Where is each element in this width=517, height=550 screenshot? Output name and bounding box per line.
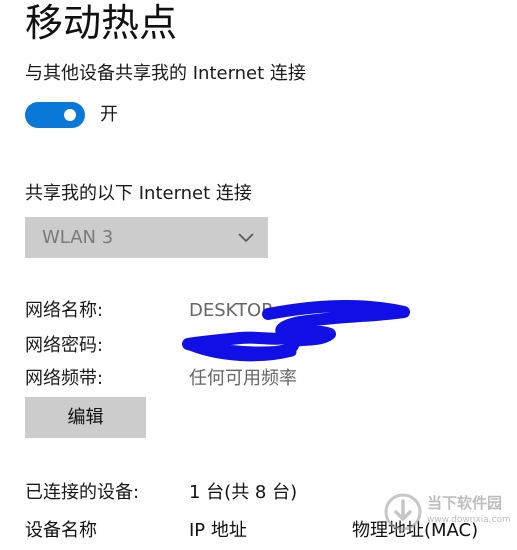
share-from-label: 共享我的以下 Internet 连接 <box>25 183 252 204</box>
network-name-label: 网络名称: <box>25 300 104 321</box>
network-band-value: 任何可用频率 <box>189 368 297 389</box>
column-header-ip-address: IP 地址 <box>189 520 247 541</box>
column-header-device-name: 设备名称 <box>25 520 97 541</box>
network-password-label: 网络密码: <box>25 335 104 356</box>
network-band-label: 网络频带: <box>25 368 104 389</box>
chevron-down-icon <box>238 233 254 243</box>
dropdown-selected-value: WLAN 3 <box>42 227 114 248</box>
watermark-logo-icon <box>384 493 422 531</box>
watermark: 当下软件园 www.downxia.com <box>383 492 511 532</box>
edit-button[interactable]: 编辑 <box>25 397 146 438</box>
page-title: 移动热点 <box>25 1 178 45</box>
toggle-state-label: 开 <box>100 104 118 125</box>
redaction-scribble <box>182 300 410 362</box>
share-connection-label: 与其他设备共享我的 Internet 连接 <box>25 63 306 84</box>
watermark-text: 当下软件园 <box>427 494 503 512</box>
connected-devices-count: 1 台(共 8 台) <box>189 482 298 503</box>
toggle-knob <box>64 109 76 121</box>
hotspot-toggle[interactable] <box>25 102 85 128</box>
connection-dropdown[interactable]: WLAN 3 <box>25 217 268 258</box>
watermark-url: www.downxia.com <box>427 515 511 525</box>
connected-devices-label: 已连接的设备: <box>25 482 140 503</box>
